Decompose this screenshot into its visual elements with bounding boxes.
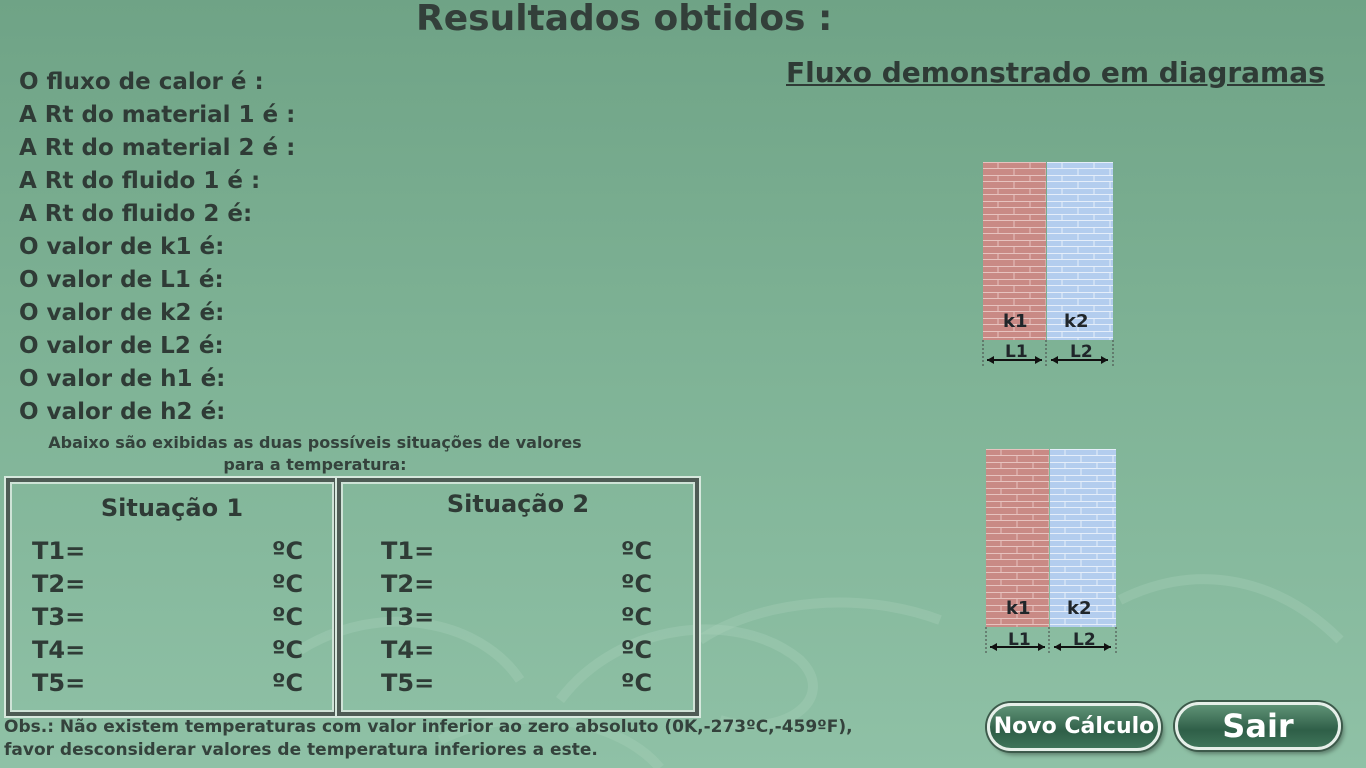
diagram-1-k1-label: k1 <box>1003 311 1028 332</box>
diagram-title: Fluxo demonstrado em diagramas <box>786 56 1325 89</box>
diagram-1-l2-label: L2 <box>1070 342 1093 362</box>
result-h2: O valor de h2 é: <box>19 399 226 425</box>
situations-note-line-2: para a temperatura: <box>223 455 407 474</box>
situation-2-panel: Situação 2 T1= ºC T2= ºC T3= ºC T4= ºC T… <box>337 478 699 716</box>
results-list: O fluxo de calor é : A Rt do material 1 … <box>19 66 295 429</box>
situation-2-t5-label: T5= <box>381 669 435 697</box>
result-rt-fluid-1: A Rt do fluido 1 é : <box>19 168 261 194</box>
result-k1: O valor de k1 é: <box>19 234 225 260</box>
situation-1-panel: Situação 1 T1= ºC T2= ºC T3= ºC T4= ºC T… <box>6 478 338 716</box>
situation-2-t2-unit: ºC <box>621 570 653 598</box>
situation-1-t5-unit: ºC <box>272 669 304 697</box>
situation-2-t5-row: T5= <box>381 667 434 700</box>
diagram-2-k1-label: k1 <box>1006 598 1031 619</box>
observation-line-2: favor desconsiderar valores de temperatu… <box>4 740 598 760</box>
situations-note: Abaixo são exibidas as duas possíveis si… <box>20 432 610 476</box>
situation-2-t1-label: T1= <box>381 537 435 565</box>
situation-1-t2-row: T2= <box>32 568 85 601</box>
situation-1-t3-unit: ºC <box>272 603 304 631</box>
result-rt-material-1: A Rt do material 1 é : <box>19 102 296 128</box>
wall-diagram-1 <box>982 162 1114 366</box>
situation-2-t1-unit: ºC <box>621 537 653 565</box>
situation-1-t5-row: T5= <box>32 667 85 700</box>
observation-note: Obs.: Não existem temperaturas com valor… <box>4 716 853 762</box>
situation-1-t3-label: T3= <box>32 603 86 631</box>
situation-1-title: Situação 1 <box>100 494 244 522</box>
situation-2-t2-row: T2= <box>381 568 434 601</box>
novo-calculo-button[interactable]: Novo Cálculo <box>987 703 1161 751</box>
page-title: Resultados obtidos : <box>416 0 833 39</box>
situation-2-t4-unit: ºC <box>621 636 653 664</box>
diagram-2-l1-label: L1 <box>1008 630 1031 650</box>
result-rt-fluid-2: A Rt do fluido 2 é: <box>19 201 253 227</box>
result-l1: O valor de L1 é: <box>19 267 224 293</box>
situation-2-t3-unit: ºC <box>621 603 653 631</box>
result-h1: O valor de h1 é: <box>19 366 226 392</box>
situation-1-t3-row: T3= <box>32 601 85 634</box>
sair-button[interactable]: Sair <box>1175 702 1341 750</box>
situation-2-t3-row: T3= <box>381 601 434 634</box>
situation-1-t4-unit: ºC <box>272 636 304 664</box>
situation-1-t1-unit: ºC <box>272 537 304 565</box>
diagram-2-l2-label: L2 <box>1073 630 1096 650</box>
situation-2-t1-row: T1= <box>381 535 434 568</box>
result-heat-flux: O fluxo de calor é : <box>19 69 264 95</box>
observation-line-1: Obs.: Não existem temperaturas com valor… <box>4 717 853 737</box>
diagram-1-k2-label: k2 <box>1064 311 1089 332</box>
situation-1-t4-label: T4= <box>32 636 86 664</box>
situation-2-t4-row: T4= <box>381 634 434 667</box>
situation-2-t2-label: T2= <box>381 570 435 598</box>
situation-1-t5-label: T5= <box>32 669 86 697</box>
situation-1-t2-unit: ºC <box>272 570 304 598</box>
situations-note-line-1: Abaixo são exibidas as duas possíveis si… <box>48 433 582 452</box>
result-l2: O valor de L2 é: <box>19 333 224 359</box>
situation-2-title: Situação 2 <box>446 490 590 518</box>
result-k2: O valor de k2 é: <box>19 300 225 326</box>
situation-2-t4-label: T4= <box>381 636 435 664</box>
situation-1-t4-row: T4= <box>32 634 85 667</box>
diagram-1-l1-label: L1 <box>1005 342 1028 362</box>
wall-diagram-2 <box>985 449 1117 653</box>
situation-1-t1-row: T1= <box>32 535 85 568</box>
diagram-2-k2-label: k2 <box>1067 598 1092 619</box>
situation-2-t5-unit: ºC <box>621 669 653 697</box>
situation-2-t3-label: T3= <box>381 603 435 631</box>
situation-1-t2-label: T2= <box>32 570 86 598</box>
situation-1-t1-label: T1= <box>32 537 86 565</box>
result-rt-material-2: A Rt do material 2 é : <box>19 135 296 161</box>
